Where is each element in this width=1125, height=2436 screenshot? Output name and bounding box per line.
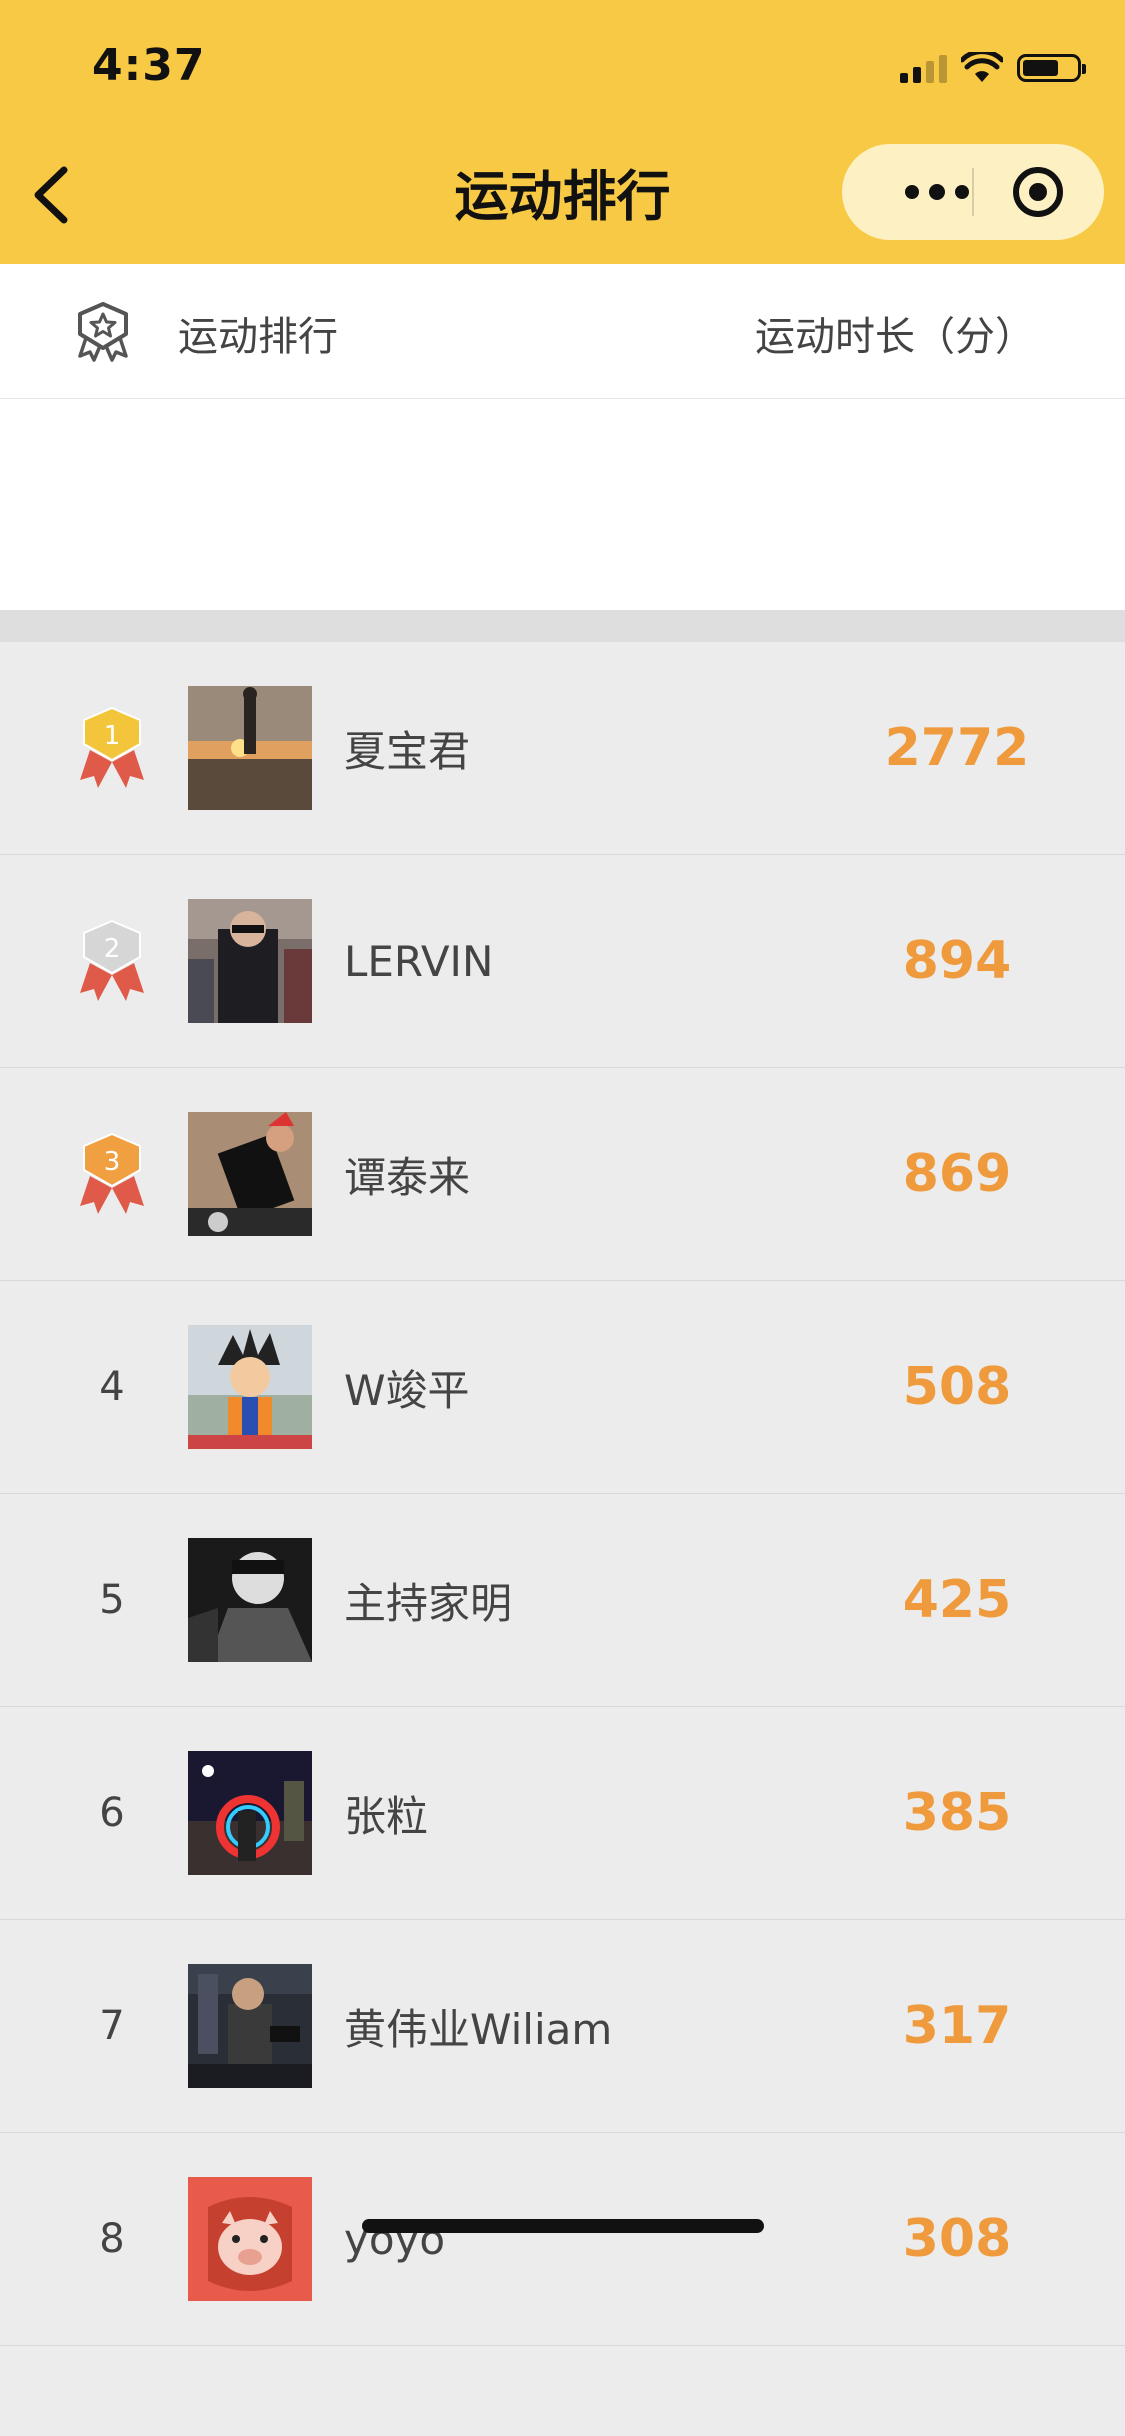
exercise-minutes: 317 xyxy=(902,1996,1012,2056)
exercise-minutes: 425 xyxy=(902,1570,1012,1630)
nav-bar: 4:37 运动排行 xyxy=(0,0,1125,264)
avatar[interactable] xyxy=(188,1751,312,1875)
avatar[interactable] xyxy=(188,899,312,1023)
exercise-minutes: 308 xyxy=(902,2209,1012,2269)
user-name: 张粒 xyxy=(344,1791,429,1841)
user-name: LERVIN xyxy=(344,936,494,986)
exercise-minutes: 2772 xyxy=(884,718,1030,778)
ranking-row[interactable]: 6 张粒 385 xyxy=(0,1707,1125,1920)
medal-rank-text: 3 xyxy=(104,1147,121,1177)
user-name: 主持家明 xyxy=(344,1578,513,1628)
exercise-minutes: 385 xyxy=(902,1783,1012,1843)
avatar[interactable] xyxy=(188,686,312,810)
rank-number: 4 xyxy=(99,1364,125,1410)
ranking-row[interactable]: 7 黄伟业Wiliam 317 xyxy=(0,1920,1125,2133)
header-left-label: 运动排行 xyxy=(178,314,338,360)
gold-medal-icon: 1 xyxy=(80,706,144,788)
ranking-header: 运动排行 运动时长（分） xyxy=(0,264,1125,399)
ranking-row[interactable]: 1 夏宝君 2772 xyxy=(0,642,1125,855)
user-name: W竣平 xyxy=(344,1365,470,1415)
wifi-icon xyxy=(961,52,1003,82)
capsule-divider xyxy=(972,168,974,216)
more-dots-icon[interactable] xyxy=(882,144,992,240)
status-time: 4:37 xyxy=(92,40,206,91)
home-indicator xyxy=(362,2219,764,2233)
target-icon[interactable] xyxy=(1010,164,1066,220)
rank-number: 8 xyxy=(99,2216,125,2262)
signal-icon xyxy=(900,53,947,83)
rank-number: 7 xyxy=(99,2003,125,2049)
user-name: 黄伟业Wiliam xyxy=(344,2004,613,2054)
avatar[interactable] xyxy=(188,2177,312,2301)
status-icons xyxy=(900,48,1086,88)
user-name: 夏宝君 xyxy=(344,726,471,776)
user-name: yoyo xyxy=(344,2214,446,2264)
ranking-row[interactable]: 2 LERVIN 894 xyxy=(0,855,1125,1068)
avatar[interactable] xyxy=(188,1538,312,1662)
user-name: 谭泰来 xyxy=(344,1152,471,1202)
ranking-row[interactable]: 4 W竣平 508 xyxy=(0,1281,1125,1494)
header-right-label: 运动时长（分） xyxy=(755,314,1035,360)
section-gap xyxy=(0,610,1125,642)
avatar[interactable] xyxy=(188,1964,312,2088)
ranking-row[interactable]: 8 yoyo 308 xyxy=(0,2133,1125,2346)
ranking-list: 1 夏宝君 2772 2 LERVIN 894 3 谭泰来 869 4 W竣平 5… xyxy=(0,642,1125,2346)
bronze-medal-icon: 3 xyxy=(80,1132,144,1214)
exercise-minutes: 869 xyxy=(902,1144,1012,1204)
silver-medal-icon: 2 xyxy=(80,919,144,1001)
avatar[interactable] xyxy=(188,1325,312,1449)
rank-badge-icon xyxy=(78,302,128,362)
rank-number: 5 xyxy=(99,1577,125,1623)
exercise-minutes: 508 xyxy=(902,1357,1012,1417)
avatar[interactable] xyxy=(188,1112,312,1236)
exercise-minutes: 894 xyxy=(902,931,1012,991)
blank-area xyxy=(0,399,1125,610)
mini-program-capsule xyxy=(842,144,1104,240)
ranking-row[interactable]: 5 主持家明 425 xyxy=(0,1494,1125,1707)
medal-rank-text: 1 xyxy=(104,721,121,751)
ranking-row[interactable]: 3 谭泰来 869 xyxy=(0,1068,1125,1281)
battery-icon xyxy=(1017,54,1086,82)
medal-rank-text: 2 xyxy=(104,934,121,964)
rank-number: 6 xyxy=(99,1790,125,1836)
